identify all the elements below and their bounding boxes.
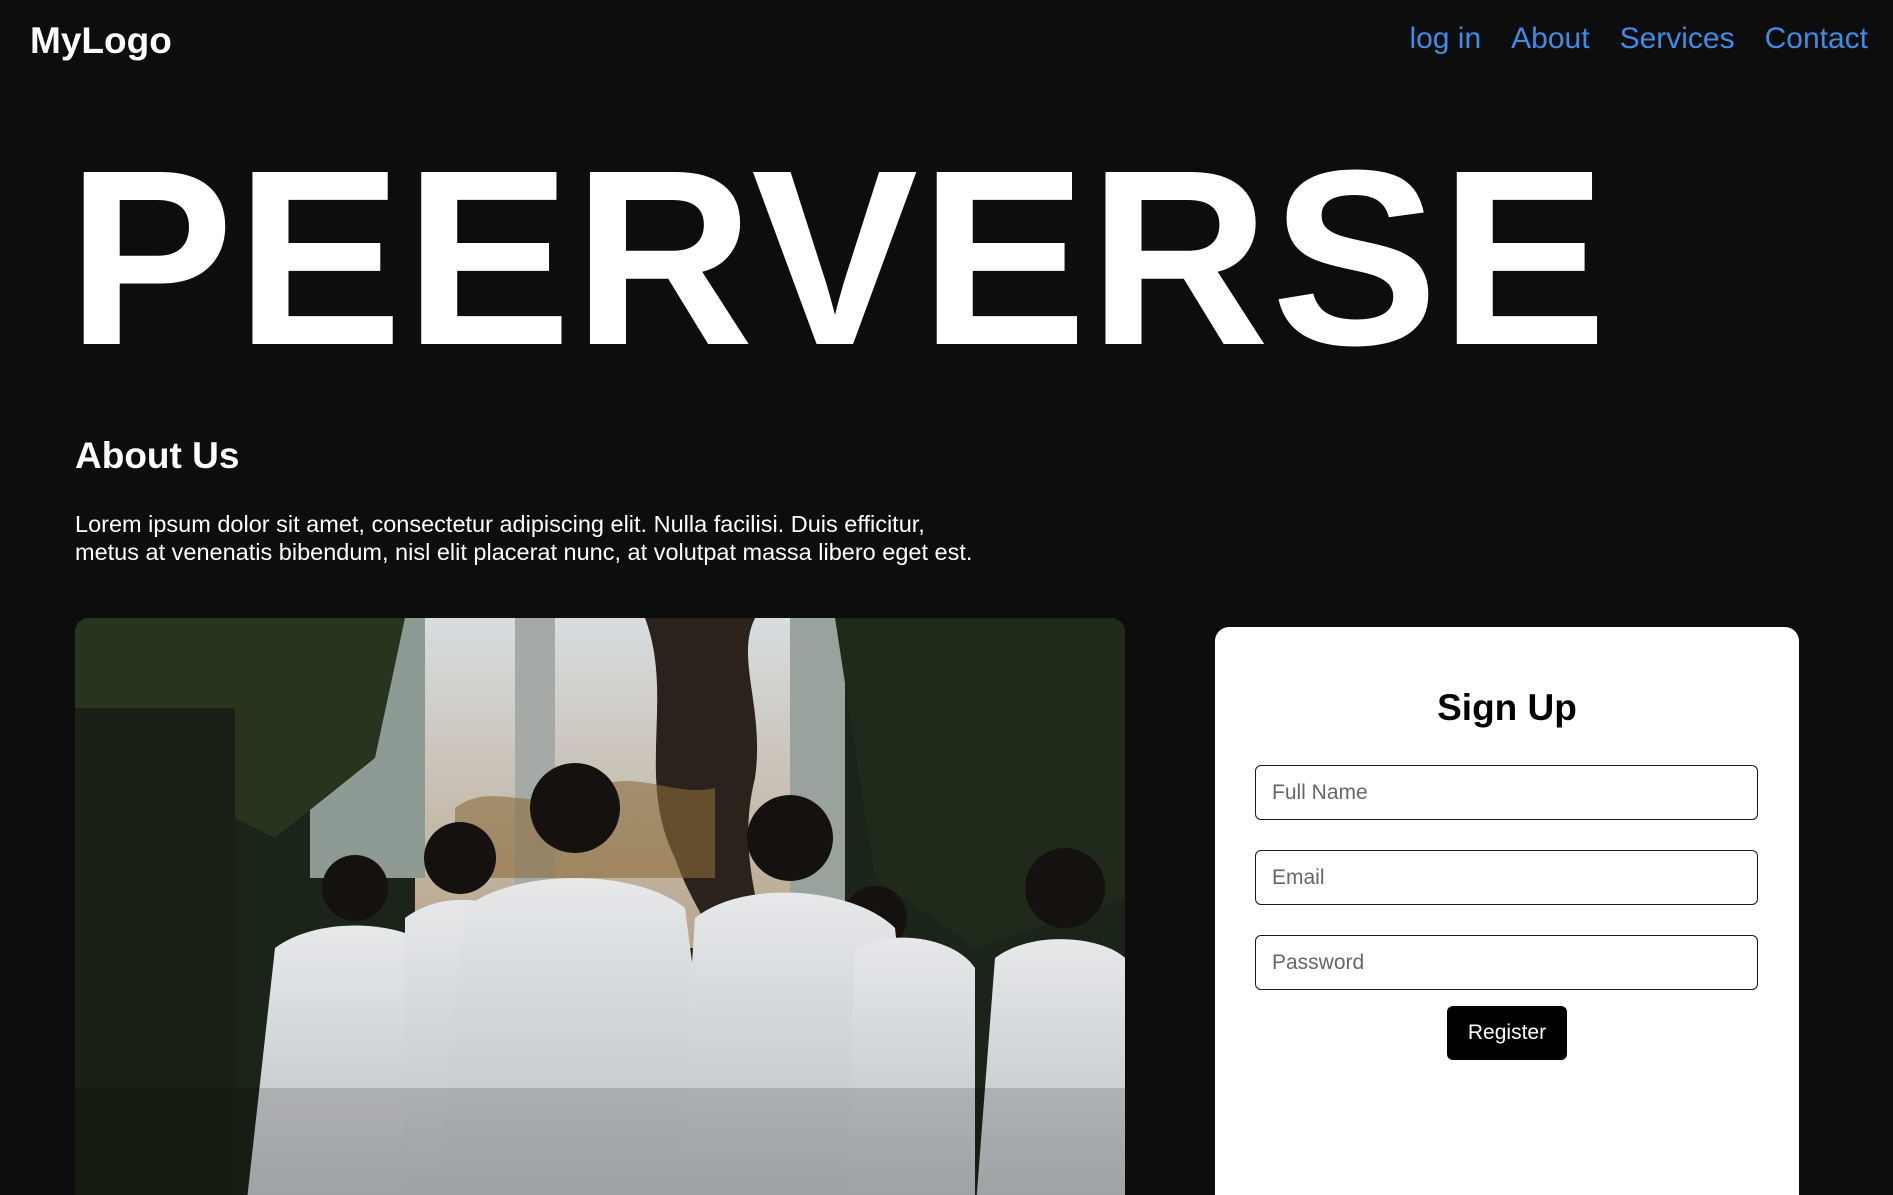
register-button[interactable]: Register	[1447, 1006, 1567, 1060]
hero-title: PEERVERSE	[67, 118, 1609, 397]
email-input[interactable]	[1255, 850, 1758, 905]
students-walking-photo	[75, 618, 1125, 1195]
about-text: Lorem ipsum dolor sit amet, consectetur …	[75, 511, 973, 565]
signup-title: Sign Up	[1437, 687, 1577, 728]
signup-card: Sign Up Register	[1215, 627, 1799, 1195]
about-title: About Us	[75, 435, 240, 476]
nav-contact-link[interactable]: Contact	[1765, 22, 1868, 56]
nav-login-link[interactable]: log in	[1409, 22, 1481, 56]
nav-about-link[interactable]: About	[1511, 22, 1589, 56]
main-nav: log in About Services Contact	[1409, 22, 1868, 56]
hero-photo	[75, 618, 1125, 1195]
nav-services-link[interactable]: Services	[1620, 22, 1735, 56]
logo[interactable]: MyLogo	[30, 20, 172, 62]
page: MyLogo log in About Services Contact PEE…	[0, 0, 1893, 1195]
password-input[interactable]	[1255, 935, 1758, 990]
full-name-input[interactable]	[1255, 765, 1758, 820]
